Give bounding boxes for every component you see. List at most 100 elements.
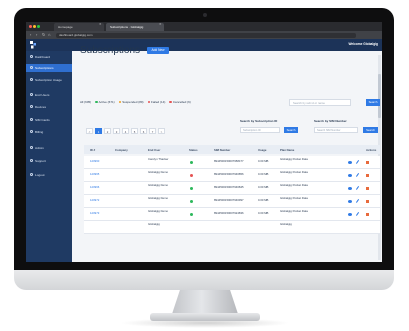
filter-active[interactable]: Active (671) [95,100,115,104]
search-button[interactable]: Search [366,99,380,106]
monitor-chin [14,270,394,290]
subscription-id-link[interactable]: 120973 [90,211,99,215]
url-bar[interactable]: dashboard.globalgig.com [56,32,356,38]
filter-all[interactable]: All (605) [80,100,91,104]
scrollbar-thumb[interactable] [378,74,381,118]
column-header-usage[interactable]: Usage [258,148,266,152]
page-7-button[interactable]: 7 [149,128,156,134]
subscription-id-link[interactable]: 120965 [90,172,99,176]
users-icon [30,93,33,97]
status-dot [118,100,122,103]
delete-icon[interactable] [366,174,369,177]
minimize-window-button[interactable] [33,25,36,28]
table-row[interactable]: 120973 Globalgig Demo 8944500150007924836 0… [84,208,380,221]
monitor-base [150,313,260,321]
end-user-cell: Carolyn Thacker [148,157,169,161]
maximize-window-button[interactable] [37,25,40,28]
delete-icon[interactable] [366,161,369,164]
forward-arrow-icon[interactable]: › [36,32,37,38]
pagination: < 1 2 3 4 5 6 7 > [86,128,165,134]
add-new-button[interactable]: Add New [147,47,169,54]
view-icon[interactable] [348,161,352,164]
table-row[interactable]: 120960 Carolyn Thacker 8944500150007958477… [84,156,380,169]
page-5-button[interactable]: 5 [131,128,138,134]
browser-tab-2[interactable]: Subscriptions · Globalgig [106,23,164,31]
view-icon[interactable] [348,200,352,203]
page-2-button[interactable]: 2 [104,128,111,134]
home-icon[interactable]: ⌂ [48,32,50,38]
close-tab-icon[interactable]: ✕ [159,22,162,26]
column-header-status[interactable]: Status [189,148,198,152]
subscription-id-input[interactable]: Subscription ID [240,127,280,133]
filter-cancelled[interactable]: Cancelled (6) [169,100,191,104]
page-6-button[interactable]: 6 [140,128,147,134]
column-header-end-user[interactable]: End User [148,148,160,152]
subscription-id-link[interactable]: 120960 [90,159,99,163]
plan-name-cell: Globalgig Pocket Data [280,157,308,161]
edit-icon[interactable] [355,160,360,164]
view-icon[interactable] [348,213,352,216]
sidebar-item-billing[interactable]: Billing [26,130,72,137]
column-header-actions: Actions [366,148,377,152]
table-row[interactable]: 120966 Globalgig Demo 8944500150007946845 0… [84,182,380,195]
view-icon[interactable] [348,187,352,190]
column-header-plan-name[interactable]: Plan Name [280,148,294,152]
filter-suspended[interactable]: Suspended (89) [118,100,144,104]
page-3-button[interactable]: 3 [113,128,120,134]
sidebar-item-subscriptions[interactable]: Subscriptions [26,64,72,72]
device-icon [30,105,33,109]
edit-icon[interactable] [355,186,360,190]
edit-icon[interactable] [355,212,360,216]
table-header [84,145,380,154]
sidebar-item-support[interactable]: Support [26,159,72,166]
column-header-id[interactable]: ID # [90,148,95,152]
browser-tab-1[interactable]: Homepage [54,23,104,31]
sidebar-item-label: End Users [35,93,50,97]
close-tab-icon[interactable]: ✕ [99,22,102,26]
subscription-id-link[interactable]: 120966 [90,185,99,189]
sim-number-input[interactable]: Search SIM Number [314,127,358,133]
sidebar-item-subscription-usage[interactable]: Subscription Usage [26,78,72,88]
globalgig-logo-icon[interactable] [29,40,37,50]
close-window-button[interactable] [29,25,32,28]
search-input[interactable]: Search by sub id or name [289,99,351,106]
table-row[interactable]: Globalgig Globalgig [84,221,380,234]
plan-name-cell: Globalgig Pocket Data [280,170,308,174]
page-4-button[interactable]: 4 [122,128,129,134]
sidebar-item-sim-cards[interactable]: SIM Cards [26,118,72,125]
monitor-stand [172,290,238,314]
page-next-button[interactable]: > [158,128,165,134]
delete-icon[interactable] [366,200,369,203]
sidebar-item-logout[interactable]: Logout [26,173,72,180]
plan-name-cell: Globalgig Pocket Data [280,209,308,213]
view-icon[interactable] [348,174,352,177]
page-prev-button[interactable]: < [86,128,93,134]
filter-failed[interactable]: Failed (14) [147,100,165,104]
delete-icon[interactable] [366,187,369,190]
sim-number-cell: 8944500150007946856 [214,172,244,176]
edit-icon[interactable] [355,173,360,177]
column-header-sim-number[interactable]: SIM Number [214,148,230,152]
sidebar-item-admin[interactable]: Admin [26,146,72,153]
usage-cell: 0.00 MB [258,198,269,202]
sidebar-item-end-users[interactable]: End Users [26,93,72,100]
table-row[interactable]: 120972 Globalgig Demo 8944500150007946997 0… [84,195,380,208]
column-header-company[interactable]: Company [115,148,128,152]
logout-icon [30,173,33,177]
search-sim-button[interactable]: Search [363,127,378,133]
subscription-id-link[interactable]: 120972 [90,198,99,202]
status-dot [190,187,193,190]
page-1-button[interactable]: 1 [95,128,102,134]
sidebar-item-devices[interactable]: Devices [26,105,72,112]
table-row[interactable]: 120965 Globalgig Demo 8944500150007946856 0… [84,169,380,182]
search-sub-id-button[interactable]: Search [284,127,298,133]
delete-icon[interactable] [366,213,369,216]
sidebar-item-dashboard[interactable]: Dashboard [26,55,72,62]
reload-icon[interactable]: ↻ [42,32,45,38]
end-user-cell: Globalgig Demo [148,170,169,174]
tab-title: Subscriptions · Globalgig [110,25,144,29]
sim-number-cell: 8944500150007924836 [214,211,244,215]
status-dot [190,161,193,164]
edit-icon[interactable] [355,199,360,203]
back-arrow-icon[interactable]: ‹ [30,32,31,38]
